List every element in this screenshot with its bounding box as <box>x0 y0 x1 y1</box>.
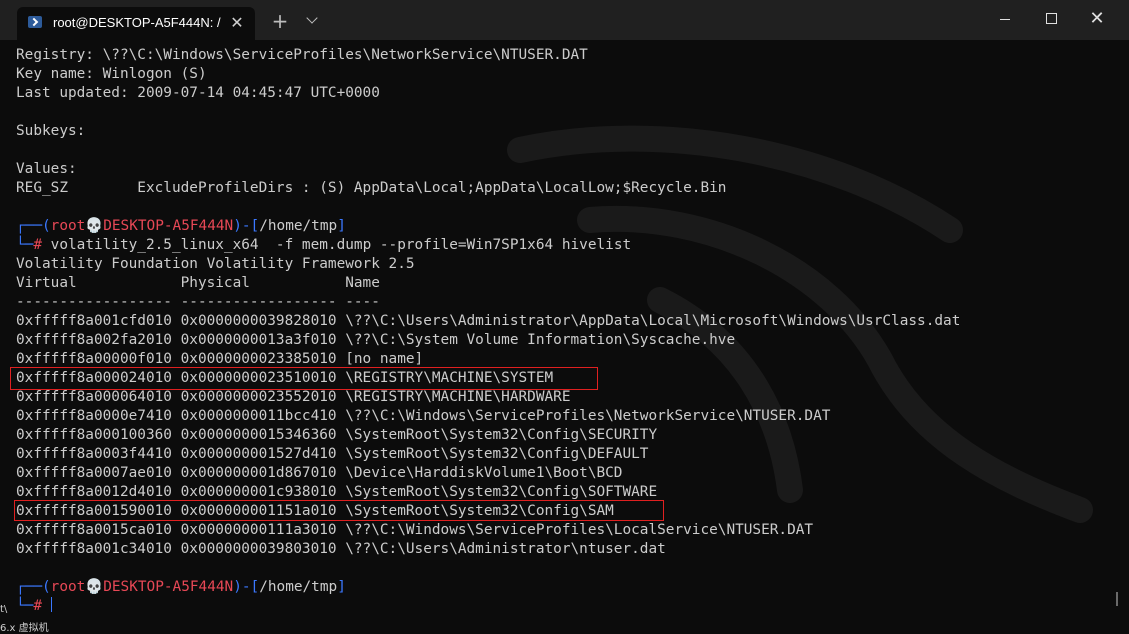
table-row: 0xfffff8a000064010 0x0000000023552010 \R… <box>16 389 571 405</box>
text-cursor <box>51 597 52 612</box>
prompt-user: root💀DESKTOP-A5F444N <box>50 218 234 234</box>
maximize-icon[interactable] <box>1028 0 1074 38</box>
table-row: 0xfffff8a002fa2010 0x0000000013a3f010 \?… <box>16 332 736 348</box>
table-row: 0xfffff8a0007ae010 0x000000001d867010 \D… <box>16 465 623 481</box>
table-row: 0xfffff8a001cfd010 0x0000000039828010 \?… <box>16 313 961 329</box>
new-tab-button[interactable]: + <box>268 10 292 32</box>
table-row: 0xfffff8a0015ca010 0x00000000111a3010 \?… <box>16 522 814 538</box>
highlight-box-system <box>10 367 598 390</box>
table-row: 0xfffff8a0000e7410 0x0000000011bcc410 \?… <box>16 408 831 424</box>
scrollbar-thumb[interactable] <box>1116 592 1118 606</box>
prompt-frame: ┌──( <box>16 218 51 234</box>
prompt-hash: # <box>33 598 42 614</box>
tab-close-icon[interactable]: ✕ <box>227 13 247 33</box>
background-edge-text: 6.x 虚拟机 <box>0 623 49 634</box>
output-line: Subkeys: <box>16 123 86 139</box>
prompt-path: /home/tmp <box>259 218 338 234</box>
prompt-line: ┌──(root💀DESKTOP-A5F444N)-[/home/tmp] <box>16 217 346 236</box>
minimize-icon[interactable] <box>982 0 1028 38</box>
prompt-user: root💀DESKTOP-A5F444N <box>50 579 234 595</box>
prompt-frame: )-[ <box>233 218 260 234</box>
close-icon[interactable]: ✕ <box>1074 0 1120 38</box>
table-row: 0xfffff8a000100360 0x0000000015346360 \S… <box>16 427 658 443</box>
command-text: volatility_2.5_linux_x64 -f mem.dump --p… <box>42 237 632 253</box>
tab-title: root@DESKTOP-A5F444N: /hon <box>53 15 221 30</box>
prompt-frame: └─ <box>16 237 34 253</box>
table-row: 0xfffff8a0003f4410 0x000000001527d410 \S… <box>16 446 649 462</box>
command-line: └─# volatility_2.5_linux_x64 -f mem.dump… <box>16 236 631 255</box>
output-line: Values: <box>16 161 77 177</box>
terminal-tab[interactable]: root@DESKTOP-A5F444N: /hon ✕ <box>17 7 255 40</box>
table-row: 0xfffff8a001c34010 0x0000000039803010 \?… <box>16 541 666 557</box>
output-line: Key name: Winlogon (S) <box>16 66 207 82</box>
highlight-box-sam <box>14 500 664 521</box>
prompt-frame: ┌──( <box>16 579 51 595</box>
table-separator: ------------------ ------------------ --… <box>16 294 380 310</box>
prompt-hash: # <box>33 237 42 253</box>
output-line: Last updated: 2009-07-14 04:45:47 UTC+00… <box>16 85 380 101</box>
prompt-path: /home/tmp <box>259 579 338 595</box>
title-bar: root@DESKTOP-A5F444N: /hon ✕ + ✕ <box>0 0 1129 40</box>
output-line: Registry: \??\C:\Windows\ServiceProfiles… <box>16 47 588 63</box>
terminal-output[interactable]: Registry: \??\C:\Windows\ServiceProfiles… <box>0 40 1129 631</box>
output-line: Volatility Foundation Volatility Framewo… <box>16 256 415 272</box>
prompt-frame: └─ <box>16 598 34 614</box>
powershell-icon <box>28 16 42 28</box>
output-line: REG_SZ ExcludeProfileDirs : (S) AppData\… <box>16 180 727 196</box>
chevron-down-icon[interactable] <box>302 10 324 32</box>
prompt-frame: ] <box>337 579 346 595</box>
prompt-frame: ] <box>337 218 346 234</box>
table-header: Virtual Physical Name <box>16 275 380 291</box>
command-line[interactable]: └─# <box>16 597 42 616</box>
background-edge-text: t\ <box>0 604 8 615</box>
prompt-frame: )-[ <box>233 579 260 595</box>
prompt-line: ┌──(root💀DESKTOP-A5F444N)-[/home/tmp] <box>16 578 346 597</box>
